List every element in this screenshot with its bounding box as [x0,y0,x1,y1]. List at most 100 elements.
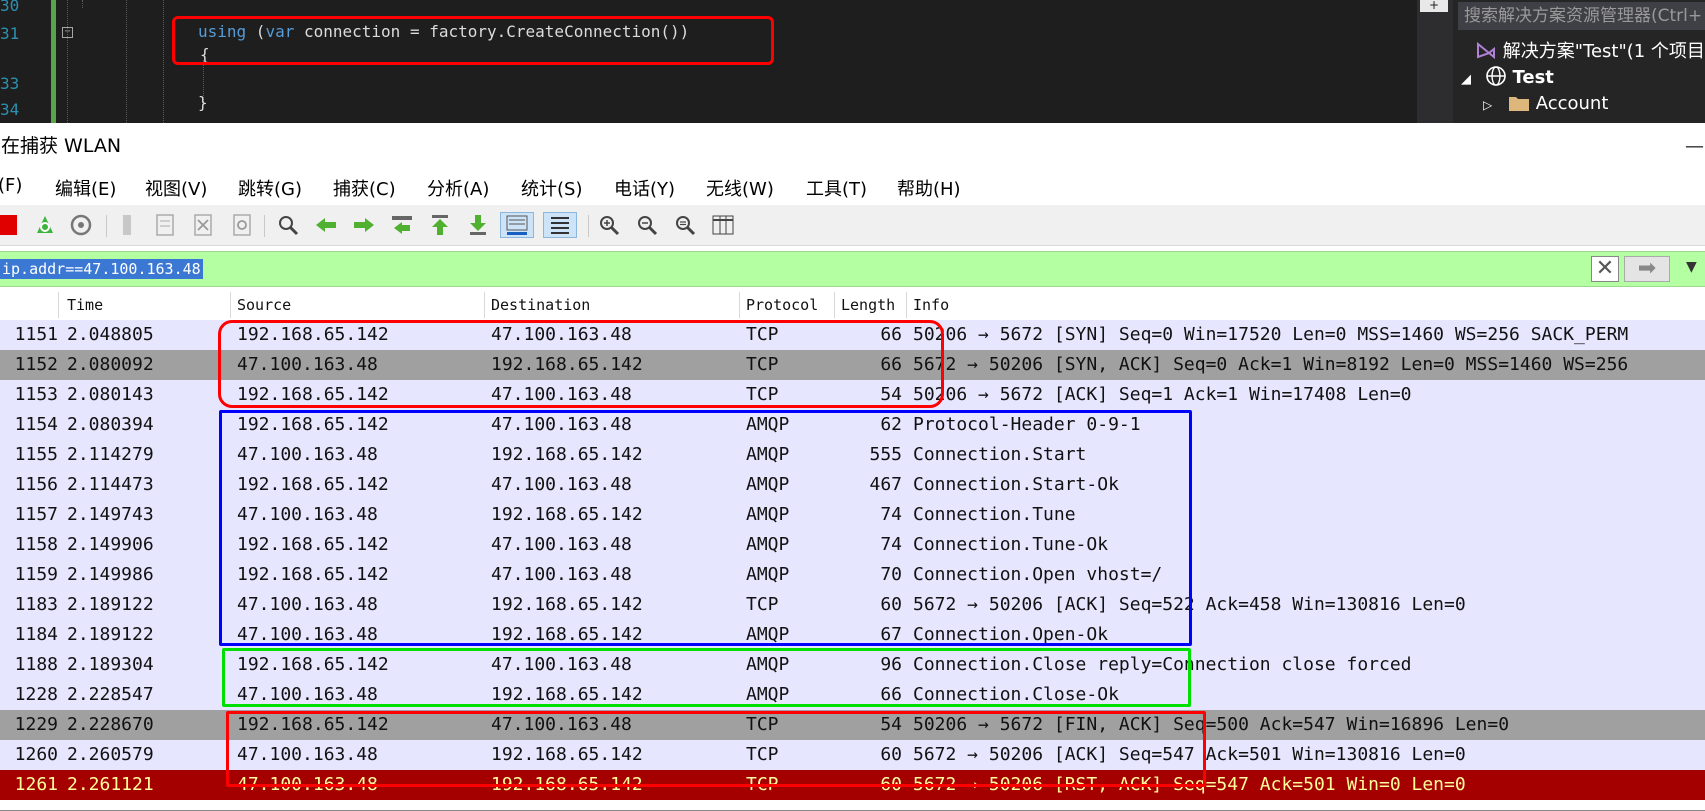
go-last-packet-icon[interactable] [465,212,491,238]
visual-studio-solution-icon [1477,41,1495,60]
column-header-destination[interactable]: Destination [491,296,590,314]
menu-help[interactable]: 帮助(H) [897,175,961,201]
packet-row[interactable]: 1188 2.189304 192.168.65.142 47.100.163.48 A… [0,650,1705,680]
solution-root-item[interactable]: 解决方案"Test"(1 个项目 [1475,39,1705,65]
folder-icon [1508,97,1529,111]
packet-len-cell: 54 [880,384,902,405]
column-header-source[interactable]: Source [237,296,291,314]
column-header-info[interactable]: Info [913,296,949,314]
packet-dst-cell: 47.100.163.48 [491,564,632,585]
menu-telephony[interactable]: 电话(Y) [614,175,675,201]
column-header-time[interactable]: Time [67,296,103,314]
reload-file-icon[interactable] [229,212,255,238]
find-packet-search-icon[interactable] [275,212,301,238]
menu-edit[interactable]: 编辑(E) [55,175,116,201]
close-file-icon[interactable] [190,212,216,238]
save-file-icon[interactable] [152,212,178,238]
packet-row[interactable]: 1260 2.260579 47.100.163.48 192.168.65.142 T… [0,740,1705,770]
column-header-length[interactable]: Length [841,296,895,314]
auto-scroll-icon[interactable] [500,212,534,238]
folder-label: Account [1535,93,1609,114]
indent-guide [126,0,127,123]
packet-len-cell: 96 [880,654,902,675]
normal-size-icon[interactable] [672,212,698,238]
packet-time-cell: 2.149986 [67,564,154,585]
packet-time-cell: 2.189304 [67,654,154,675]
resize-columns-icon[interactable] [710,212,736,238]
go-forward-arrow-icon[interactable] [351,212,377,238]
packet-proto-cell: AMQP [746,414,790,435]
menu-go[interactable]: 跳转(G) [238,175,302,201]
zoom-out-icon[interactable] [634,212,660,238]
packet-row[interactable]: 1157 2.149743 47.100.163.48 192.168.65.142 A… [0,500,1705,530]
globe-icon [1485,66,1506,86]
zoom-in-icon[interactable] [596,212,622,238]
go-to-packet-icon[interactable] [389,212,415,238]
clear-filter-icon[interactable]: ✕ [1591,256,1619,282]
packet-info-cell: Connection.Tune [913,504,1076,525]
go-back-arrow-icon[interactable] [313,212,339,238]
packet-dst-cell: 47.100.163.48 [491,414,632,435]
packet-row[interactable]: 1156 2.114473 192.168.65.142 47.100.163.48 A… [0,470,1705,500]
packet-src-cell: 192.168.65.142 [237,564,389,585]
menu-statistics[interactable]: 统计(S) [521,175,582,201]
packet-info-cell: Connection.Close reply=Connection close … [913,654,1412,675]
folder-item-account[interactable]: ▷ Account [1483,91,1608,118]
menu-capture[interactable]: 捕获(C) [333,175,396,201]
packet-src-cell: 192.168.65.142 [237,414,389,435]
open-file-icon[interactable] [114,212,140,238]
packet-proto-cell: TCP [746,774,779,795]
packet-len-cell: 60 [880,744,902,765]
packet-row[interactable]: 1152 2.080092 47.100.163.48 192.168.65.142 T… [0,350,1705,380]
packet-row[interactable]: 1228 2.228547 47.100.163.48 192.168.65.142 A… [0,680,1705,710]
packet-proto-cell: TCP [746,324,779,345]
project-item[interactable]: ◢ Test [1461,65,1554,93]
indent-guide [82,0,83,8]
packet-len-cell: 66 [880,324,902,345]
packet-len-cell: 60 [880,594,902,615]
packet-dst-cell: 192.168.65.142 [491,354,643,375]
solution-search-input[interactable]: 搜索解决方案资源管理器(Ctrl+ [1458,2,1705,30]
colorize-icon[interactable] [543,212,577,238]
packet-info-cell: Connection.Start-Ok [913,474,1119,495]
menu-view[interactable]: 视图(V) [145,175,207,201]
display-filter-input[interactable]: ip.addr==47.100.163.48 [0,258,203,280]
go-first-packet-icon[interactable] [427,212,453,238]
capture-options-gear-icon[interactable] [68,212,94,238]
menu-wireless[interactable]: 无线(W) [706,175,774,201]
expanded-triangle-icon[interactable]: ◢ [1461,72,1471,87]
packet-time-cell: 2.228547 [67,684,154,705]
filter-dropdown-chevron-icon[interactable]: ▼ [1686,259,1697,275]
packet-row[interactable]: 1153 2.080143 192.168.65.142 47.100.163.48 T… [0,380,1705,410]
packet-no-cell: 1153 [14,384,58,405]
packet-row[interactable]: 1183 2.189122 47.100.163.48 192.168.65.142 T… [0,590,1705,620]
packet-row[interactable]: 1229 2.228670 192.168.65.142 47.100.163.48 T… [0,710,1705,740]
packet-row[interactable]: 1184 2.189122 47.100.163.48 192.168.65.142 A… [0,620,1705,650]
minimize-icon[interactable]: — [1685,125,1704,167]
packet-row[interactable]: 1154 2.080394 192.168.65.142 47.100.163.48 A… [0,410,1705,440]
apply-filter-arrow-icon[interactable]: ➡ [1624,256,1670,282]
column-header-protocol[interactable]: Protocol [746,296,818,314]
packet-row[interactable]: 1261 2.261121 47.100.163.48 192.168.65.142 T… [0,770,1705,800]
packet-row[interactable]: 1159 2.149986 192.168.65.142 47.100.163.48 A… [0,560,1705,590]
indent-guide [163,0,164,123]
menu-tools[interactable]: 工具(T) [806,175,867,201]
packet-row[interactable]: 1155 2.114279 47.100.163.48 192.168.65.142 A… [0,440,1705,470]
solution-label: 解决方案"Test"(1 个项目 [1502,41,1705,62]
restart-capture-icon[interactable] [32,212,58,238]
editor-scrollbar[interactable]: + [1417,0,1453,123]
stop-capture-icon[interactable] [0,212,20,238]
packet-info-cell: 5672 → 50206 [ACK] Seq=522 Ack=458 Win=1… [913,594,1466,615]
filter-text: ip.addr==47.100.163.48 [0,259,203,279]
scroll-plus-icon[interactable]: + [1420,0,1448,12]
line-number: 31 [0,24,20,43]
packet-row[interactable]: 1151 2.048805 192.168.65.142 47.100.163.48 T… [0,320,1705,350]
code-editor[interactable]: 30 31 33 34 − using (var connection = fa… [0,0,1417,123]
packet-row[interactable]: 1158 2.149906 192.168.65.142 47.100.163.48 A… [0,530,1705,560]
menu-analyze[interactable]: 分析(A) [427,175,489,201]
packet-proto-cell: TCP [746,384,779,405]
collapsed-triangle-icon[interactable]: ▷ [1483,98,1492,112]
code-line-using[interactable]: using (var connection = factory.CreateCo… [198,22,689,41]
packet-dst-cell: 192.168.65.142 [491,744,643,765]
menu-file[interactable]: (F) [0,175,22,196]
